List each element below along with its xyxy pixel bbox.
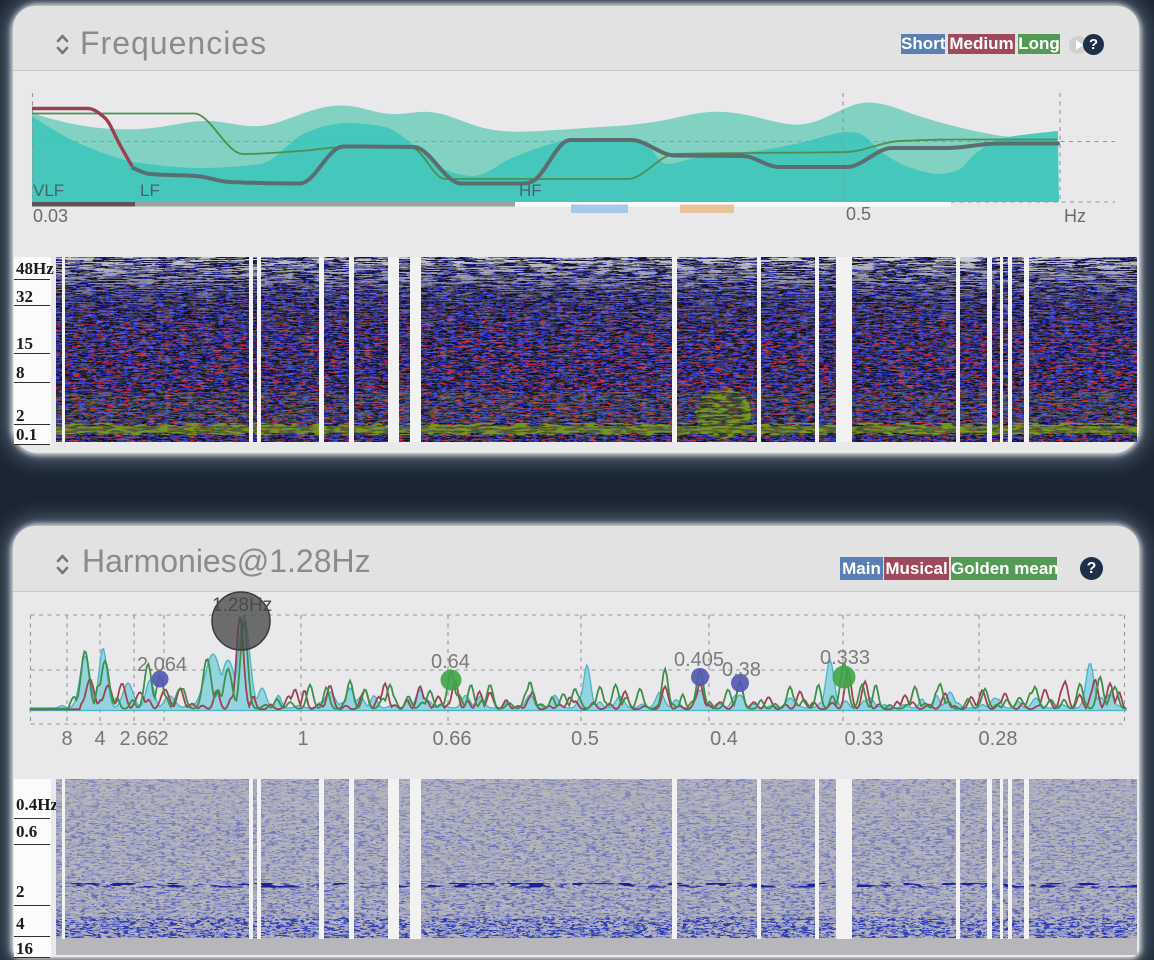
- svg-text:2: 2: [157, 728, 168, 750]
- svg-text:1: 1: [297, 728, 308, 750]
- svg-text:4: 4: [94, 728, 105, 750]
- svg-text:2.064: 2.064: [137, 654, 187, 676]
- svg-text:0.64: 0.64: [431, 651, 470, 673]
- svg-text:0.5: 0.5: [571, 728, 599, 750]
- svg-text:1.28Hz: 1.28Hz: [212, 595, 272, 616]
- svg-text:0.4: 0.4: [710, 728, 738, 750]
- svg-text:2.66: 2.66: [120, 728, 159, 750]
- svg-text:0.28: 0.28: [979, 728, 1018, 750]
- svg-text:0.38: 0.38: [722, 659, 761, 681]
- svg-text:8: 8: [61, 728, 72, 750]
- svg-text:0.333: 0.333: [820, 647, 870, 669]
- svg-text:0.405: 0.405: [674, 649, 724, 671]
- svg-text:0.33: 0.33: [845, 728, 884, 750]
- svg-text:0.66: 0.66: [433, 728, 472, 750]
